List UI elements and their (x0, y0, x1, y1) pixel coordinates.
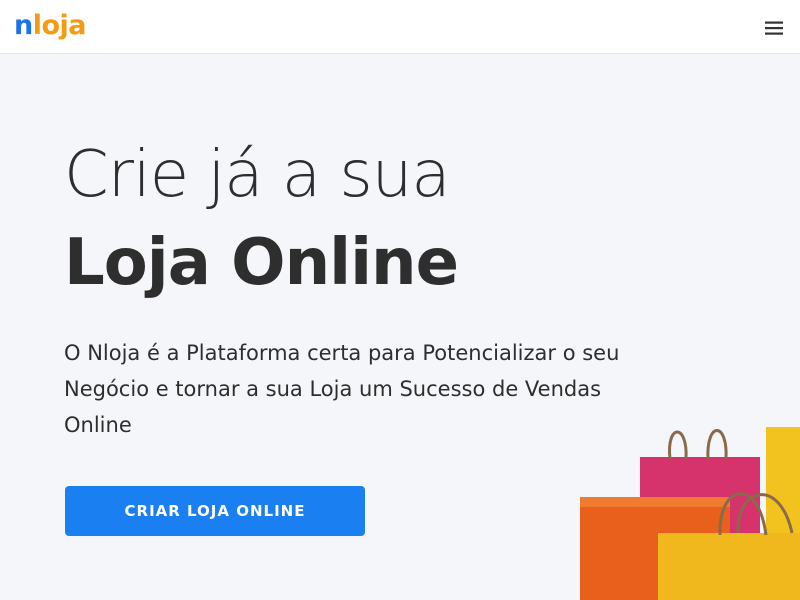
hero-section: Crie já a sua Loja Online O Nloja é a Pl… (0, 55, 800, 600)
hamburger-menu-icon (765, 21, 783, 35)
logo-letters-loja: loja (32, 10, 87, 41)
hero-title-line1: Crie já a sua (64, 138, 451, 212)
create-store-button[interactable]: CRIAR LOJA ONLINE (65, 486, 365, 536)
shopping-bags-icon (580, 427, 800, 600)
hero-description: O Nloja é a Plataforma certa para Potenc… (64, 341, 620, 437)
menu-button[interactable] (758, 14, 790, 42)
logo-letter-n: n (14, 10, 33, 41)
nloja-logo[interactable]: nloja (14, 8, 87, 44)
top-navbar: nloja (0, 0, 800, 54)
hero-title-line2: Loja Online (64, 226, 459, 300)
